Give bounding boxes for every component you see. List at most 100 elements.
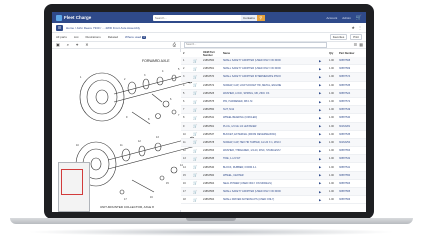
quick-view-icon[interactable]: ▶: [319, 91, 329, 95]
quick-view-icon[interactable]: ▶: [319, 165, 329, 169]
add-to-cart-icon[interactable]: 🛒: [193, 108, 203, 112]
row-part-name[interactable]: SMALL DRIVER ANTENNA PS (USED ONLY): [223, 198, 281, 201]
quick-view-icon[interactable]: ▶: [319, 75, 329, 79]
account-link[interactable]: Account: [326, 16, 337, 20]
row-part-name[interactable]: SCREW, CAP, LOW SOCKET HD, METAL, ENGINE: [223, 84, 281, 87]
row-part-name[interactable]: WHEEL BEARING (CIRCLED): [223, 116, 281, 119]
quick-view-icon[interactable]: ▶: [319, 149, 329, 153]
search-icon[interactable]: ⚲: [256, 14, 265, 21]
quick-view-icon[interactable]: ▶: [319, 198, 329, 202]
parts-search-input[interactable]: Search...: [184, 41, 327, 48]
fit-icon[interactable]: ▣: [56, 42, 60, 47]
row-part-number[interactable]: 30587569: [339, 67, 364, 70]
row-part-number[interactable]: 30587565: [339, 190, 364, 193]
table-row[interactable]: 16 🛒 21863564 SEAL POWER (USED ONLY ON MODE…: [181, 180, 366, 188]
row-part-name[interactable]: BUCKET, EXTERNAL (FROM REVERSE/ZINC): [223, 133, 281, 136]
quick-view-icon[interactable]: ▶: [319, 59, 329, 63]
quick-view-icon[interactable]: ▶: [319, 100, 329, 104]
quick-view-icon[interactable]: ▶: [319, 132, 329, 136]
table-row[interactable]: 8 🛒 21863541 WHEEL BEARING (CIRCLED) ▶ 1.00 30…: [181, 114, 366, 123]
row-part-name[interactable]: WASHER, LOCK, SPRING, M6, ZINC CS: [223, 92, 281, 95]
row-part-number[interactable]: 30587574: [339, 75, 364, 78]
tab-related[interactable]: Related: [108, 35, 118, 39]
add-to-cart-icon[interactable]: 🛒: [193, 181, 203, 185]
add-to-cart-icon[interactable]: 🛒: [193, 75, 203, 79]
row-part-number[interactable]: 30587541: [339, 166, 364, 169]
global-search[interactable]: Search... Contains ⚲: [152, 14, 265, 21]
favorites-button[interactable]: Favorites: [329, 34, 348, 40]
col-oem[interactable]: OEM Part Number: [203, 51, 223, 57]
add-to-cart-icon[interactable]: 🛒: [193, 67, 203, 71]
row-part-number[interactable]: 30587572: [339, 100, 364, 103]
col-qty[interactable]: Qty: [329, 52, 339, 55]
row-part-number[interactable]: 30587563: [339, 182, 364, 185]
tab-list[interactable]: List: [74, 35, 79, 39]
row-part-name[interactable]: WHEEL, CENTER: [223, 174, 281, 177]
row-part-number[interactable]: 30163281: [339, 125, 364, 128]
add-to-cart-icon[interactable]: 🛒: [193, 198, 203, 202]
row-part-number[interactable]: 30587535: [339, 133, 364, 136]
zoom-out-icon[interactable]: ⌖: [76, 42, 78, 47]
tab-illustrations[interactable]: Illustrations: [86, 35, 101, 39]
add-to-cart-icon[interactable]: 🛒: [193, 132, 203, 136]
table-row[interactable]: 9 🛒 21863561 PLUG, 1/4 UE 1/4 LESTAFER ▶ 1.00…: [181, 122, 366, 131]
row-part-number[interactable]: 30163254: [339, 141, 364, 144]
add-to-cart-icon[interactable]: 🛒: [193, 124, 203, 128]
table-row[interactable]: 7 🛒 21863550 NUT, M12 ▶ 1.00 30587549: [181, 106, 366, 115]
quick-view-icon[interactable]: ▶: [319, 190, 329, 194]
add-to-cart-icon[interactable]: 🛒: [193, 190, 203, 194]
col-index[interactable]: #: [183, 52, 193, 55]
reset-icon[interactable]: ✕: [85, 42, 88, 47]
table-row[interactable]: 3 🛒 21863570 SMALL SAFETY ADOPTER INTERMEDI…: [181, 73, 366, 82]
row-part-number[interactable]: 30587549: [339, 108, 364, 111]
row-part-number[interactable]: 30587540: [339, 116, 364, 119]
table-row[interactable]: 15 🛒 21863560 WHEEL, CENTER ▶ 1.00 30587550: [181, 171, 366, 180]
add-to-cart-icon[interactable]: 🛒: [193, 173, 203, 177]
row-part-name[interactable]: SMALL SAFETY ADOPTER (USED ONLY ON MODEL…: [223, 190, 281, 193]
quick-view-icon[interactable]: ▶: [319, 140, 329, 144]
table-row[interactable]: 10 🛒 21863537 BUCKET, EXTERNAL (FROM REVERS…: [181, 131, 366, 139]
add-to-cart-icon[interactable]: 🛒: [193, 165, 203, 169]
star-icon[interactable]: ★: [351, 25, 355, 30]
quick-view-icon[interactable]: ▶: [319, 116, 329, 120]
row-part-name[interactable]: SEAL POWER (USED ONLY ON MODELS): [223, 182, 281, 185]
add-to-cart-icon[interactable]: 🛒: [193, 59, 203, 63]
row-part-name[interactable]: PIN, HARDENED, M8 1 M: [223, 100, 281, 103]
quick-view-icon[interactable]: ▶: [319, 67, 329, 71]
zoom-in-icon[interactable]: ⌕: [67, 42, 69, 47]
table-row[interactable]: 13 🛒 21863535 TIRE, 1-1/4 WT ▶ 1.00 30587532: [181, 155, 366, 164]
table-row[interactable]: 18 🛒 21863564 SMALL DRIVER ANTENNA PS (USED…: [181, 196, 366, 205]
row-part-number[interactable]: 30587524: [339, 92, 364, 95]
add-to-cart-icon[interactable]: 🛒: [193, 100, 203, 104]
grid-icon[interactable]: ▦: [359, 42, 363, 47]
print-icon[interactable]: ⎙: [173, 42, 176, 47]
row-part-name[interactable]: WASHER, THREADED, 1/4-20, ZINC, STAINLES…: [223, 149, 281, 152]
add-to-cart-icon[interactable]: 🛒: [193, 149, 203, 153]
table-row[interactable]: 11 🛒 21863578 SCREW, CAP, HEX HD TAPPED, 1/…: [181, 138, 366, 148]
row-part-name[interactable]: PLUG, 1/4 UE 1/4 LESTAFER: [223, 125, 281, 128]
row-part-number[interactable]: 30587535: [339, 84, 364, 87]
more-icon[interactable]: ⋮: [358, 25, 362, 30]
search-input[interactable]: Search...: [155, 16, 167, 20]
table-row[interactable]: 4 🛒 21863572 SCREW, CAP, LOW SOCKET HD, MET…: [181, 82, 366, 90]
table-row[interactable]: 1 🛒 21863560 SMALL SAFETY ADOPTER (USED ONL…: [181, 57, 366, 66]
tab-all-parts[interactable]: All parts: [56, 35, 67, 39]
print-button[interactable]: Print: [350, 34, 362, 40]
add-to-cart-icon[interactable]: 🛒: [193, 91, 203, 95]
row-part-name[interactable]: SMALL SAFETY ADOPTER INTERMEDIATE PINION…: [223, 75, 281, 78]
thumbnail-viewport[interactable]: [61, 169, 83, 195]
quick-view-icon[interactable]: ▶: [319, 83, 329, 87]
search-scope-select[interactable]: Contains: [240, 14, 257, 21]
breadcrumb[interactable]: Home / John Deere 7330 / ... 4WD Front A…: [66, 26, 140, 30]
quick-view-icon[interactable]: ▶: [319, 157, 329, 161]
add-to-cart-icon[interactable]: 🛒: [193, 116, 203, 120]
filter-icon[interactable]: ☰: [354, 42, 358, 47]
tab-where-used[interactable]: Where used 3: [125, 35, 146, 39]
table-row[interactable]: 14 🛒 21863540 BLOCK, RUBBER, FORM 4-1 ▶ 1.00 3…: [181, 163, 366, 172]
add-to-cart-icon[interactable]: 🛒: [193, 83, 203, 87]
row-part-number[interactable]: 30587532: [339, 157, 364, 160]
table-row[interactable]: 6 🛒 21863575 PIN, HARDENED, M8 1 M ▶ 1.00 3058…: [181, 98, 366, 107]
app-logo[interactable]: Fleet Charge: [56, 14, 91, 21]
row-part-name[interactable]: TIRE, 1-1/4 WT: [223, 157, 281, 160]
row-part-name[interactable]: BLOCK, RUBBER, FORM 4-1: [223, 166, 281, 169]
